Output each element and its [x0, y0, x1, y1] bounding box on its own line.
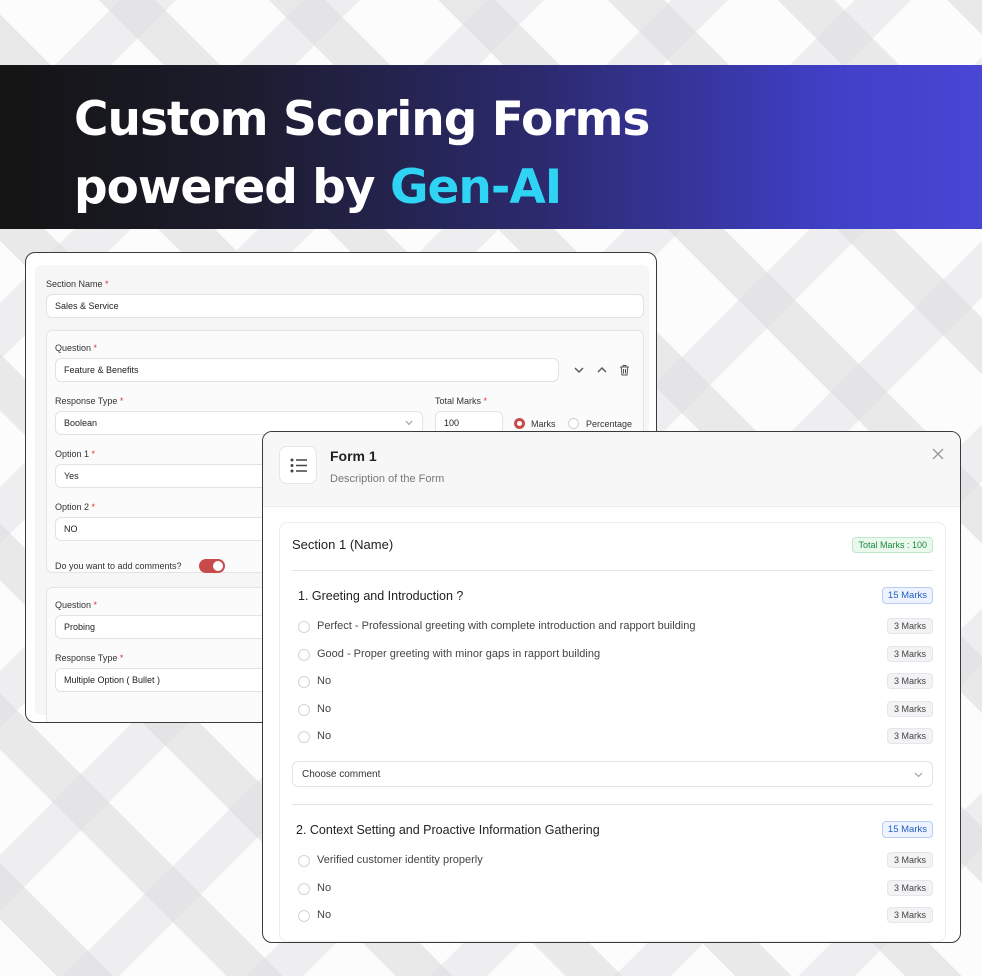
- marks-radio-label: Marks: [531, 419, 556, 429]
- option-marks-badge: 3 Marks: [886, 673, 933, 689]
- question-input[interactable]: Feature & Benefits: [55, 358, 559, 382]
- option-text: No: [317, 909, 332, 921]
- option-text: Perfect - Professional greeting with com…: [317, 620, 696, 632]
- chevron-down-icon[interactable]: [574, 366, 584, 374]
- headline-line-2: powered by Gen-AI: [74, 154, 649, 222]
- total-marks-label: Total Marks *: [435, 396, 488, 406]
- option-radio[interactable]: [298, 676, 310, 688]
- form-icon-box: [279, 446, 317, 484]
- form-description: Description of the Form: [330, 473, 445, 485]
- list-item[interactable]: No 3 Marks: [298, 672, 933, 692]
- question-1-title: 1. Greeting and Introduction ?: [298, 589, 464, 603]
- form-title: Form 1: [330, 448, 377, 464]
- option-marks-badge: 3 Marks: [886, 728, 933, 744]
- comments-toggle[interactable]: [199, 559, 225, 573]
- headline-line-1: Custom Scoring Forms: [74, 92, 650, 147]
- trash-icon[interactable]: [619, 364, 630, 376]
- headline-line-2-prefix: powered by: [74, 160, 390, 215]
- list-item[interactable]: No 3 Marks: [298, 906, 933, 926]
- chevron-down-icon: [405, 420, 413, 426]
- option-marks-badge: 3 Marks: [886, 880, 933, 896]
- question-1-marks-badge: 15 Marks: [881, 587, 933, 604]
- list-item[interactable]: Good - Proper greeting with minor gaps i…: [298, 645, 933, 665]
- option-radio[interactable]: [298, 649, 310, 661]
- section-name-input[interactable]: Sales & Service: [46, 294, 644, 318]
- option-1-label: Option 1 *: [55, 449, 96, 459]
- form-preview-card: Form 1 Description of the Form Section 1…: [262, 431, 961, 943]
- list-item[interactable]: No 3 Marks: [298, 700, 933, 720]
- section-title: Section 1 (Name): [292, 537, 394, 552]
- option-marks-badge: 3 Marks: [886, 852, 933, 868]
- section-divider: [292, 570, 933, 571]
- option-text: No: [317, 730, 332, 742]
- list-item[interactable]: Perfect - Professional greeting with com…: [298, 617, 933, 637]
- option-text: Verified customer identity properly: [317, 854, 483, 866]
- comments-toggle-label: Do you want to add comments?: [55, 561, 182, 571]
- option-radio[interactable]: [298, 910, 310, 922]
- list-icon: [290, 458, 307, 473]
- option-marks-badge: 3 Marks: [886, 907, 933, 923]
- option-marks-badge: 3 Marks: [886, 701, 933, 717]
- headline-accent: Gen-AI: [389, 160, 562, 215]
- chevron-down-icon: [914, 772, 923, 778]
- option-radio[interactable]: [298, 855, 310, 867]
- list-item[interactable]: No 3 Marks: [298, 727, 933, 747]
- question-2-marks-badge: 15 Marks: [881, 821, 933, 838]
- option-radio[interactable]: [298, 621, 310, 633]
- option-2-label: Option 2 *: [55, 502, 96, 512]
- option-marks-badge: 3 Marks: [886, 618, 933, 634]
- percentage-radio-label: Percentage: [586, 419, 633, 429]
- option-radio[interactable]: [298, 704, 310, 716]
- response-type-label: Response Type *: [55, 653, 124, 663]
- question-label: Question *: [55, 600, 98, 610]
- headline: Custom Scoring Forms powered by Gen-AI: [74, 86, 650, 222]
- option-text: No: [317, 882, 332, 894]
- marks-radio[interactable]: [514, 418, 525, 429]
- question-divider: [292, 804, 933, 805]
- option-text: Good - Proper greeting with minor gaps i…: [317, 648, 601, 660]
- option-marks-badge: 3 Marks: [886, 646, 933, 662]
- section-name-label: Section Name *: [46, 279, 109, 289]
- total-marks-badge: Total Marks : 100: [852, 537, 933, 553]
- question-label: Question *: [55, 343, 98, 353]
- response-type-label: Response Type *: [55, 396, 124, 406]
- form-header: Form 1 Description of the Form: [263, 432, 960, 507]
- form-section: Section 1 (Name) Total Marks : 100 1. Gr…: [279, 522, 946, 942]
- comment-select[interactable]: Choose comment: [292, 761, 933, 787]
- option-radio[interactable]: [298, 883, 310, 895]
- question-2-title: 2. Context Setting and Proactive Informa…: [296, 823, 600, 837]
- chevron-up-icon[interactable]: [597, 366, 607, 374]
- list-item[interactable]: No 3 Marks: [298, 879, 933, 899]
- percentage-radio[interactable]: [568, 418, 579, 429]
- option-text: No: [317, 675, 332, 687]
- list-item[interactable]: Verified customer identity properly 3 Ma…: [298, 851, 933, 871]
- option-text: No: [317, 703, 332, 715]
- close-icon[interactable]: [932, 448, 944, 460]
- option-radio[interactable]: [298, 731, 310, 743]
